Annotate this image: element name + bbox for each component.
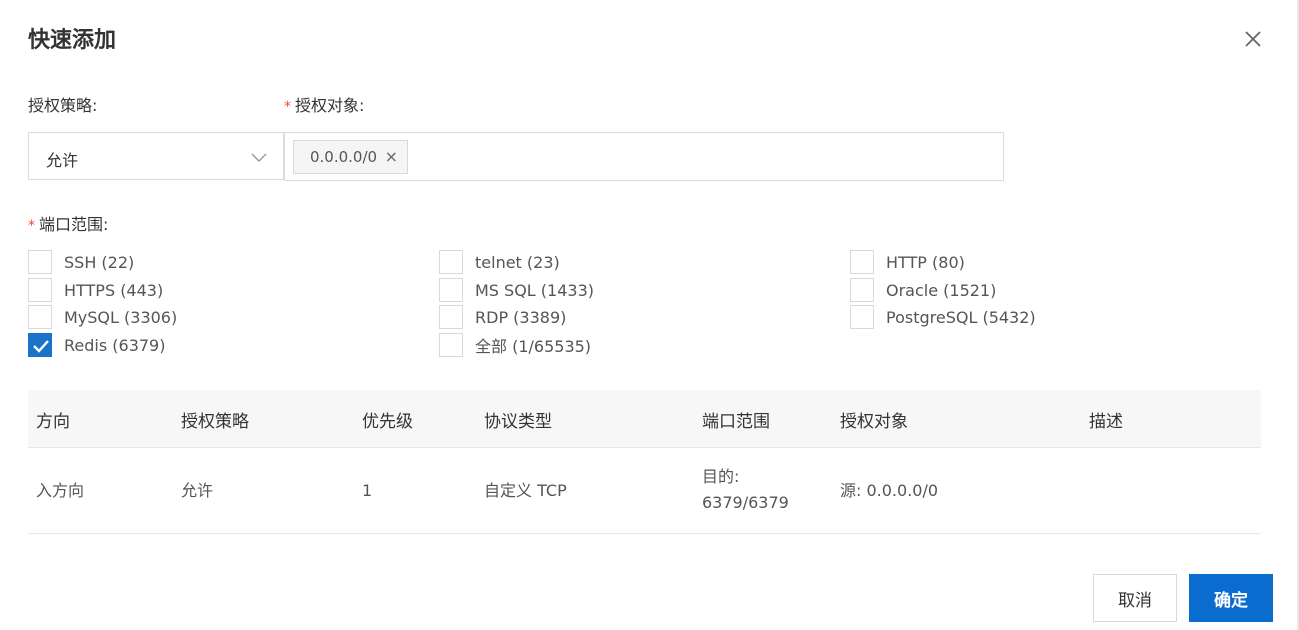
- tag-remove-icon[interactable]: ×: [385, 141, 398, 173]
- checkbox[interactable]: [850, 305, 874, 329]
- port-option-http[interactable]: HTTP (80): [850, 250, 965, 274]
- port-option-label: MySQL (3306): [64, 307, 178, 327]
- cell-port-range-line1: 目的:: [702, 467, 740, 486]
- port-option-mysql[interactable]: MySQL (3306): [28, 305, 177, 329]
- checkbox-checked[interactable]: [28, 333, 52, 357]
- check-icon: [33, 340, 49, 353]
- cell-priority: 1: [362, 481, 373, 500]
- table-header: 方向 授权策略 优先级 协议类型 端口范围 授权对象 描述: [28, 390, 1261, 448]
- required-mark: *: [284, 99, 291, 115]
- checkbox[interactable]: [439, 278, 463, 302]
- port-option-mssql[interactable]: MS SQL (1433): [439, 278, 594, 302]
- port-option-label: RDP (3389): [475, 307, 567, 327]
- port-option-label: HTTPS (443): [64, 280, 164, 300]
- cell-policy: 允许: [181, 481, 214, 500]
- column-header-direction: 方向: [36, 412, 70, 432]
- checkbox[interactable]: [850, 250, 874, 274]
- column-header-port-range: 端口范围: [702, 412, 770, 432]
- port-option-all[interactable]: 全部 (1/65535): [439, 333, 591, 357]
- checkbox[interactable]: [439, 305, 463, 329]
- column-header-protocol: 协议类型: [484, 412, 552, 432]
- cancel-button[interactable]: 取消: [1093, 574, 1177, 622]
- checkbox[interactable]: [28, 250, 52, 274]
- checkbox[interactable]: [439, 250, 463, 274]
- quick-add-dialog: 快速添加 授权策略: * 授权对象: 允许 0.0.0.0/0 × * 端口范围: …: [0, 0, 1299, 630]
- port-option-label: Redis (6379): [64, 335, 166, 355]
- target-tag-input[interactable]: 0.0.0.0/0 ×: [284, 132, 1004, 181]
- port-option-label: Oracle (1521): [886, 280, 997, 300]
- cell-target: 源: 0.0.0.0/0: [840, 481, 939, 500]
- port-option-redis[interactable]: Redis (6379): [28, 333, 165, 357]
- checkbox[interactable]: [28, 278, 52, 302]
- dialog-title: 快速添加: [28, 28, 117, 53]
- required-mark: *: [28, 218, 35, 234]
- port-option-label: telnet (23): [475, 252, 560, 272]
- cell-port-range: 目的: 6379/6379: [702, 464, 789, 516]
- port-label-wrap: * 端口范围:: [28, 211, 108, 235]
- checkbox[interactable]: [439, 333, 463, 357]
- port-option-label: 全部 (1/65535): [475, 337, 592, 356]
- port-label: 端口范围:: [39, 215, 109, 234]
- policy-select[interactable]: 允许: [28, 132, 284, 180]
- chevron-down-icon: [251, 153, 267, 162]
- port-option-label: PostgreSQL (5432): [886, 307, 1036, 327]
- port-option-https[interactable]: HTTPS (443): [28, 278, 163, 302]
- target-tag: 0.0.0.0/0 ×: [293, 140, 409, 174]
- cell-direction: 入方向: [36, 481, 85, 500]
- port-option-rdp[interactable]: RDP (3389): [439, 305, 566, 329]
- column-header-priority: 优先级: [362, 412, 413, 432]
- checkbox[interactable]: [28, 305, 52, 329]
- policy-label: 授权策略:: [28, 96, 98, 115]
- checkbox[interactable]: [850, 278, 874, 302]
- port-option-ssh[interactable]: SSH (22): [28, 250, 134, 274]
- port-option-label: MS SQL (1433): [475, 280, 594, 300]
- port-option-telnet[interactable]: telnet (23): [439, 250, 560, 274]
- column-header-target: 授权对象: [840, 412, 908, 432]
- confirm-button[interactable]: 确定: [1189, 574, 1273, 622]
- port-option-label: SSH (22): [64, 252, 135, 272]
- table-row: 入方向 允许 1 自定义 TCP 目的: 6379/6379 源: 0.0.0.…: [28, 448, 1261, 534]
- target-label-wrap: * 授权对象:: [284, 92, 364, 116]
- port-option-oracle[interactable]: Oracle (1521): [850, 278, 996, 302]
- port-option-label: HTTP (80): [886, 252, 965, 272]
- cell-protocol: 自定义 TCP: [484, 481, 567, 500]
- column-header-policy: 授权策略: [181, 412, 249, 432]
- cell-port-range-line2: 6379/6379: [702, 493, 789, 512]
- target-tag-text: 0.0.0.0/0: [310, 148, 378, 166]
- port-option-postgresql[interactable]: PostgreSQL (5432): [850, 305, 1036, 329]
- column-header-description: 描述: [1089, 412, 1123, 432]
- target-label: 授权对象:: [295, 96, 365, 115]
- close-icon[interactable]: [1240, 26, 1266, 52]
- policy-select-value: 允许: [46, 151, 79, 170]
